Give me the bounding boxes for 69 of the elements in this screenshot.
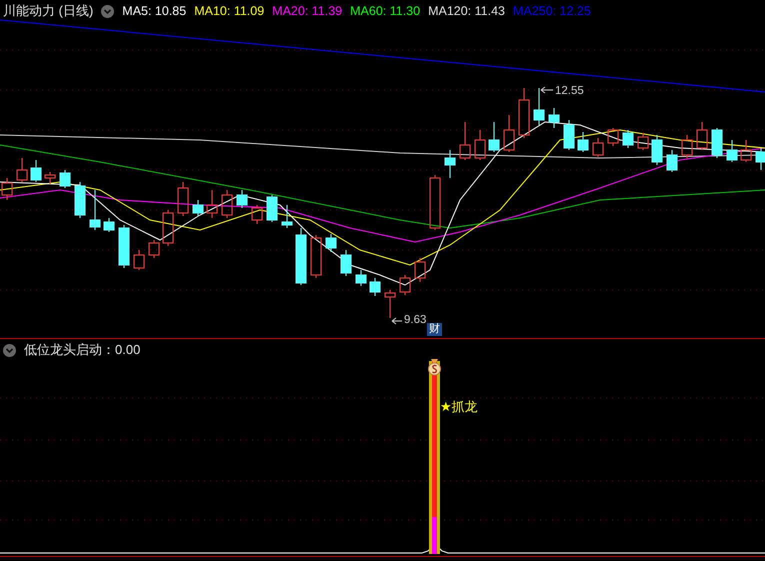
candlestick bbox=[162, 210, 174, 246]
candlestick bbox=[430, 174, 440, 230]
candlestick bbox=[578, 132, 588, 152]
candlestick bbox=[756, 148, 765, 170]
candlestick bbox=[666, 150, 678, 172]
candlestick bbox=[682, 134, 692, 158]
indicator-title: 低位龙头启动：0.00 bbox=[24, 341, 140, 359]
candlestick bbox=[296, 228, 306, 286]
ma-reading: MA120: 11.43 bbox=[428, 4, 505, 18]
candlestick bbox=[30, 160, 42, 182]
candlestick bbox=[192, 200, 204, 216]
candlestick bbox=[592, 138, 604, 158]
dropdown-icon[interactable] bbox=[3, 344, 16, 356]
candlestick bbox=[282, 204, 292, 228]
candlestick bbox=[726, 140, 738, 162]
candlestick bbox=[740, 140, 752, 162]
candlestick bbox=[712, 128, 722, 158]
candlestick bbox=[236, 190, 248, 208]
dropdown-icon[interactable] bbox=[101, 4, 114, 18]
ma-reading: MA20: 11.39 bbox=[272, 4, 342, 18]
candlestick bbox=[134, 250, 144, 270]
candlestick bbox=[504, 114, 514, 152]
candlestick bbox=[74, 182, 86, 218]
candlestick bbox=[638, 132, 648, 150]
candlestick bbox=[310, 234, 322, 278]
stock-title: 川能动力 (日线) bbox=[3, 2, 94, 20]
candlestick bbox=[696, 122, 708, 150]
candlestick bbox=[340, 250, 352, 276]
candlestick bbox=[326, 234, 336, 252]
ma-reading: MA10: 11.09 bbox=[194, 4, 264, 18]
high-price-label: 12.55 bbox=[555, 85, 584, 97]
candlestick bbox=[384, 290, 396, 318]
candlestick bbox=[414, 258, 426, 282]
candlestick bbox=[2, 178, 12, 200]
candlestick bbox=[206, 190, 218, 218]
ma-reading: MA5: 10.85 bbox=[122, 4, 186, 18]
signal-label: ★抓龙 bbox=[440, 398, 478, 416]
candlestick bbox=[622, 130, 634, 148]
candlestick bbox=[400, 274, 410, 296]
candlestick bbox=[370, 278, 380, 296]
candlestick bbox=[60, 170, 70, 188]
candlestick bbox=[474, 130, 486, 160]
candlestick bbox=[518, 88, 530, 138]
candlestick bbox=[652, 134, 662, 166]
candlestick bbox=[548, 108, 560, 128]
finance-badge: 财 bbox=[427, 323, 442, 336]
low-price-label: 9.63 bbox=[404, 314, 426, 326]
candlestick bbox=[356, 270, 366, 286]
candlestick bbox=[148, 240, 160, 258]
candlestick bbox=[16, 158, 28, 182]
ma-reading: MA250: 12.25 bbox=[512, 4, 591, 18]
money-bag-icon bbox=[428, 359, 441, 376]
candlestick bbox=[90, 190, 100, 230]
ma-reading: MA60: 11.30 bbox=[350, 4, 420, 18]
leader-line bbox=[392, 318, 402, 324]
candlestick bbox=[222, 190, 232, 218]
candlestick bbox=[104, 218, 114, 232]
candlestick bbox=[460, 122, 470, 160]
candlestick bbox=[534, 88, 544, 126]
candlestick bbox=[178, 182, 188, 216]
candlestick bbox=[266, 194, 278, 222]
candlestick bbox=[488, 122, 500, 152]
candlestick bbox=[252, 204, 262, 224]
candlestick bbox=[444, 150, 456, 178]
leader-line bbox=[540, 86, 554, 94]
candlestick bbox=[118, 224, 130, 268]
candlestick bbox=[564, 120, 574, 150]
candlestick bbox=[44, 172, 56, 184]
candlestick bbox=[608, 128, 618, 146]
